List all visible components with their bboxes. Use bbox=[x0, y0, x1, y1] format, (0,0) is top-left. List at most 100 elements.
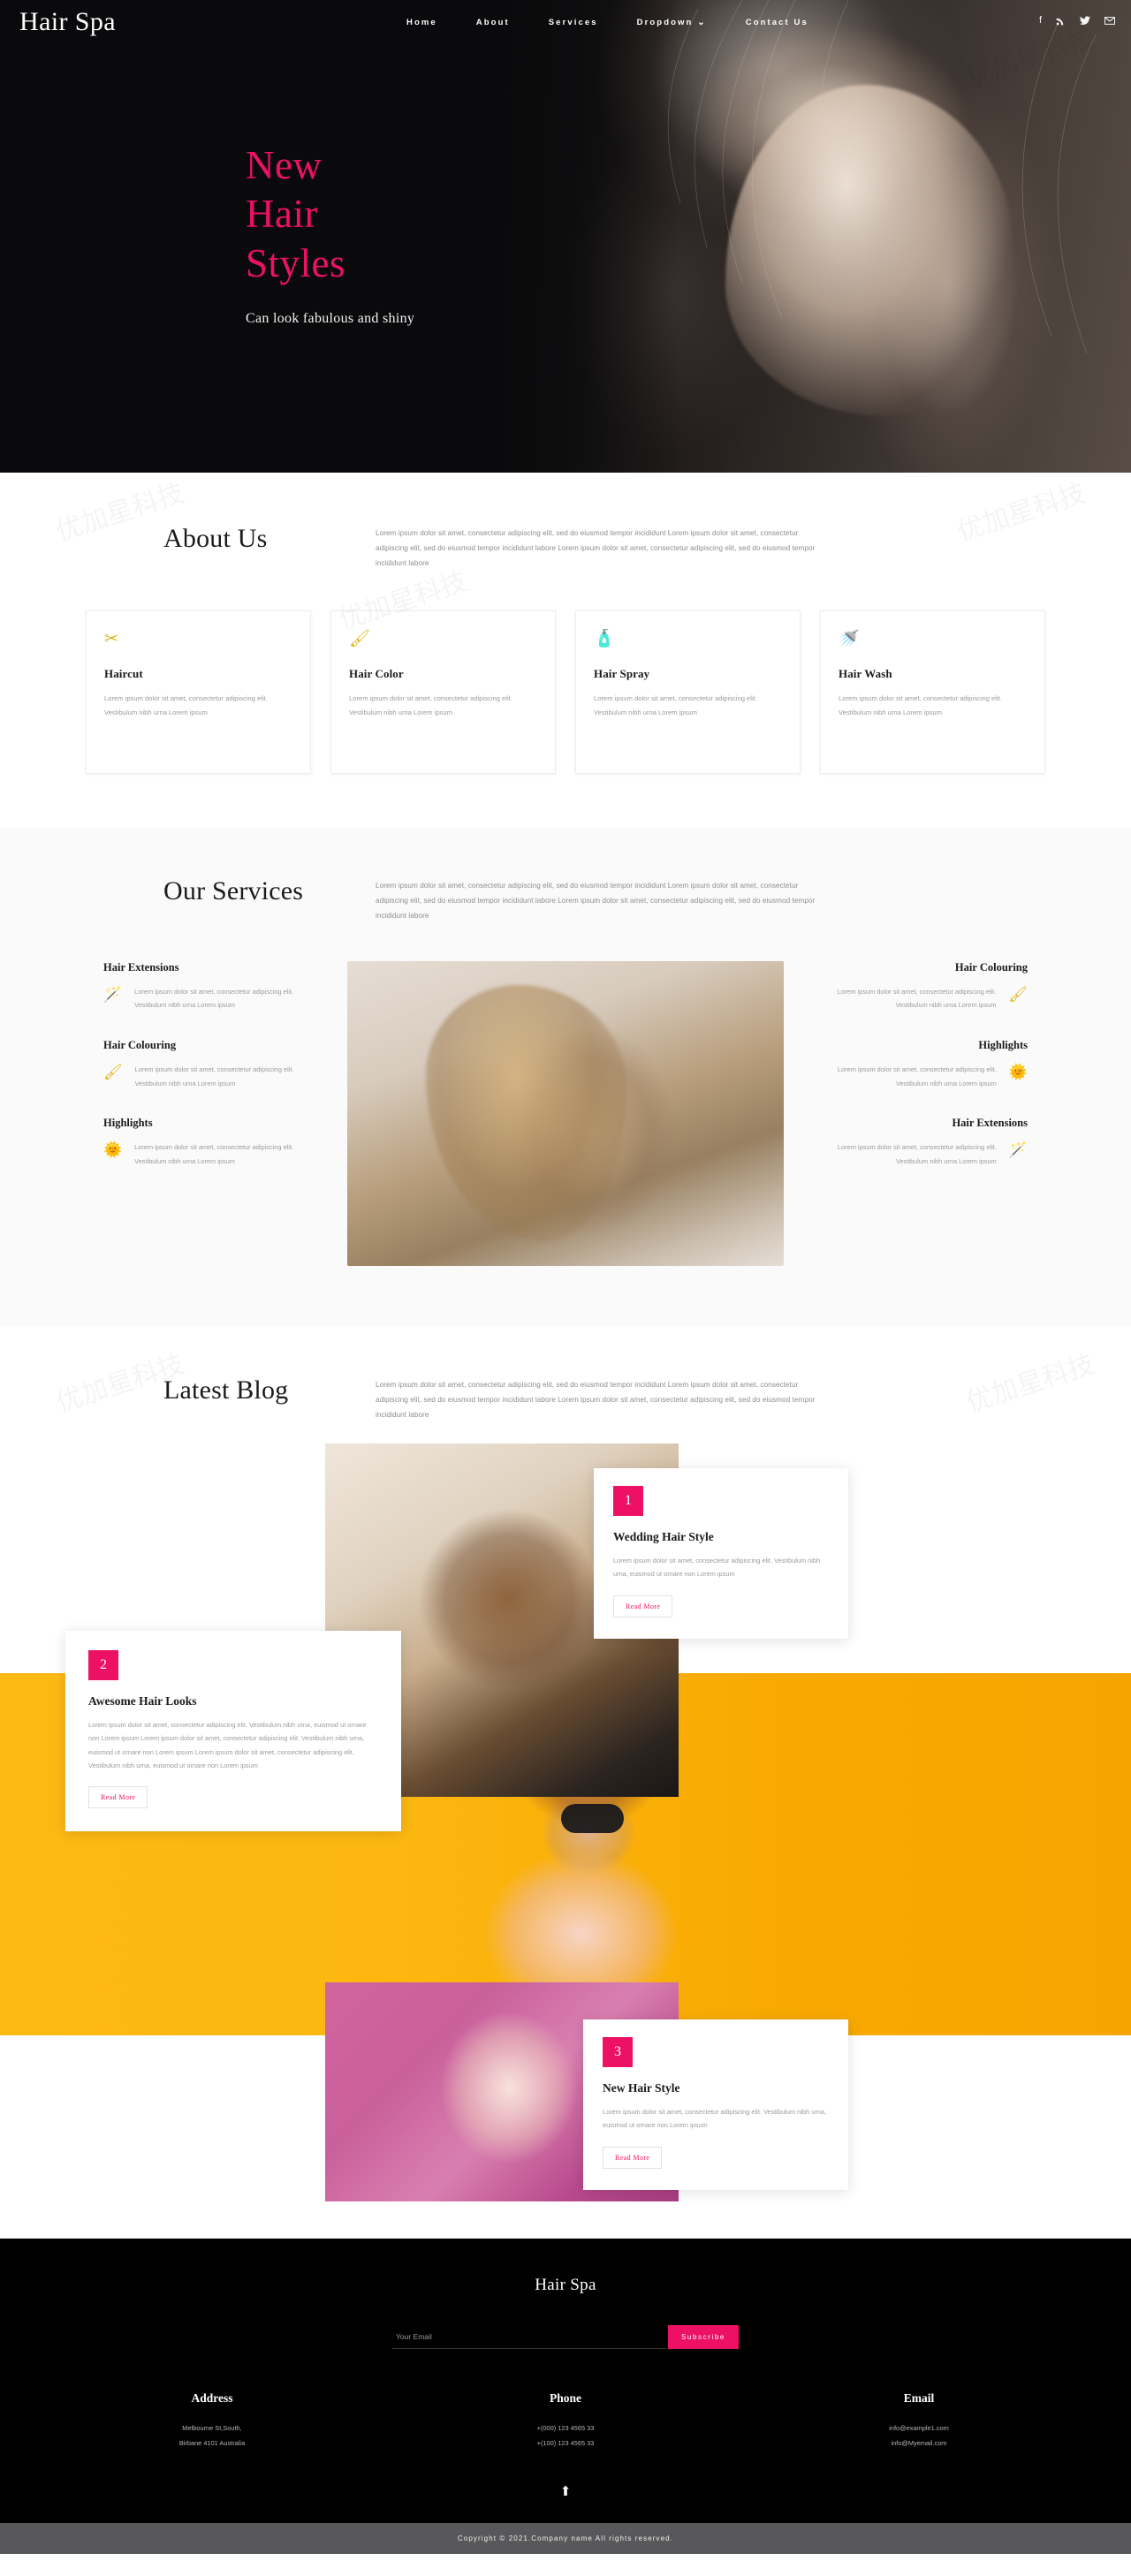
hero-subtitle: Can look fabulous and shiny bbox=[246, 311, 415, 327]
nav-item-dropdown[interactable]: Dropdown bbox=[637, 18, 707, 27]
nav-item-home[interactable]: Home bbox=[406, 18, 437, 27]
footer-column-phone: Phone +(000) 123 4565 33 +(100) 123 4565… bbox=[468, 2391, 663, 2451]
service-card-haircut[interactable]: ✂ Haircut Lorem ipsum dolor sit amet, co… bbox=[86, 610, 311, 775]
card-title: Haircut bbox=[104, 667, 143, 681]
service-hair-extensions-right[interactable]: Hair Extensions 🪄 Lorem ipsum dolor sit … bbox=[807, 1117, 1028, 1168]
card-text: Lorem ipsum dolor sit amet, consectetur … bbox=[594, 694, 757, 717]
footer-columns: Address Melbourne St,South, Birbane 4101… bbox=[0, 2391, 1131, 2451]
social-links: f bbox=[1039, 16, 1115, 26]
blog-stage: 1 Wedding Hair Style Lorem ipsum dolor s… bbox=[0, 1443, 1131, 2239]
service-text: Lorem ipsum dolor sit amet, consectetur … bbox=[134, 1064, 294, 1087]
copyright-bar: Copyright © 2021.Company name All rights… bbox=[0, 2522, 1131, 2554]
nav-item-contact-us[interactable]: Contact Us bbox=[746, 18, 808, 27]
service-text: Lorem ipsum dolor sit amet, consectetur … bbox=[134, 987, 294, 1010]
footer-line[interactable]: +(000) 123 4565 33 bbox=[468, 2421, 663, 2436]
service-row: 🖌 Lorem ipsum dolor sit amet, consectetu… bbox=[807, 985, 1028, 1012]
hero-section: Hair Spa Home About Services Dropdown Co… bbox=[0, 0, 1131, 473]
blog-card-text: Lorem ipsum dolor sit amet, consectetur … bbox=[603, 2108, 827, 2130]
service-card-hair-wash[interactable]: 🚿 Hair Wash Lorem ipsum dolor sit amet, … bbox=[820, 610, 1045, 775]
service-card-hair-spray[interactable]: 🧴 Hair Spray Lorem ipsum dolor sit amet,… bbox=[575, 610, 801, 775]
hero-title-line-2: Hair bbox=[246, 192, 318, 237]
footer-line[interactable]: +(100) 123 4565 33 bbox=[468, 2436, 663, 2451]
about-cards: ✂ Haircut Lorem ipsum dolor sit amet, co… bbox=[84, 610, 1047, 775]
about-header: About Us Lorem ipsum dolor sit amet, con… bbox=[84, 524, 1047, 571]
service-hair-colouring[interactable]: Hair Colouring 🖌 Lorem ipsum dolor sit a… bbox=[103, 1039, 324, 1090]
read-more-button[interactable]: Read More bbox=[613, 1595, 673, 1618]
site-brand[interactable]: Hair Spa bbox=[19, 7, 116, 37]
service-text: Lorem ipsum dolor sit amet, consectetur … bbox=[837, 987, 997, 1010]
blog-header: Latest Blog Lorem ipsum dolor sit amet, … bbox=[84, 1375, 1047, 1422]
footer-heading: Phone bbox=[549, 2391, 581, 2406]
footer-line[interactable]: info@example1.com bbox=[822, 2421, 1016, 2436]
nav-item-services[interactable]: Services bbox=[549, 18, 598, 27]
footer-line[interactable]: info@Myemail.com bbox=[822, 2436, 1016, 2451]
email-field[interactable] bbox=[392, 2325, 666, 2350]
service-hair-extensions[interactable]: Hair Extensions 🪄 Lorem ipsum dolor sit … bbox=[103, 961, 324, 1012]
email-icon[interactable] bbox=[1104, 17, 1115, 25]
about-title: About Us bbox=[163, 524, 268, 553]
blog-card-1[interactable]: 1 Wedding Hair Style Lorem ipsum dolor s… bbox=[594, 1468, 848, 1639]
services-photo bbox=[347, 960, 784, 1266]
footer-column-address: Address Melbourne St,South, Birbane 4101… bbox=[115, 2391, 309, 2451]
facebook-icon[interactable]: f bbox=[1039, 16, 1042, 26]
about-description: Lorem ipsum dolor sit amet, consectetur … bbox=[376, 529, 816, 567]
about-wrap: About Us Lorem ipsum dolor sit amet, con… bbox=[84, 524, 1047, 775]
blog-card-title: New Hair Style bbox=[603, 2081, 680, 2095]
service-title: Hair Colouring bbox=[954, 960, 1028, 974]
blog-card-text: Lorem ipsum dolor sit amet, consectetur … bbox=[613, 1557, 821, 1579]
brush-icon: 🖌 bbox=[103, 1063, 123, 1080]
services-section: 优加星科技 优加星科技 Our Services Lorem ipsum dol… bbox=[0, 23, 1131, 1326]
service-title: Highlights bbox=[978, 1038, 1028, 1051]
hero-copy: New Hair Styles Can look fabulous and sh… bbox=[246, 141, 414, 327]
highlights-icon: 🌞 bbox=[103, 1141, 123, 1159]
footer-brand: Hair Spa bbox=[535, 2276, 596, 2295]
footer-column-email: Email info@example1.com info@Myemail.com bbox=[822, 2391, 1016, 2451]
hero-title: New Hair Styles bbox=[246, 141, 414, 288]
service-text: Lorem ipsum dolor sit amet, consectetur … bbox=[134, 1143, 294, 1165]
spray-icon: 🧴 bbox=[594, 630, 615, 649]
nav-links: Home About Services Dropdown Contact Us bbox=[406, 18, 808, 27]
hair-strands-overlay bbox=[667, 0, 1097, 354]
card-title: Hair Spray bbox=[594, 667, 650, 681]
footer-line: Birbane 4101 Australia bbox=[178, 2438, 246, 2447]
brush-icon: 🖌 bbox=[1008, 985, 1028, 1003]
footer-heading: Email bbox=[903, 2391, 935, 2406]
card-title: Hair Wash bbox=[839, 667, 892, 681]
nav-item-about[interactable]: About bbox=[476, 18, 510, 27]
services-wrap: Our Services Lorem ipsum dolor sit amet,… bbox=[84, 876, 1047, 1266]
top-navigation: Hair Spa Home About Services Dropdown Co… bbox=[0, 0, 1131, 49]
card-text: Lorem ipsum dolor sit amet, consectetur … bbox=[839, 694, 1002, 717]
service-highlights-right[interactable]: Highlights 🌞 Lorem ipsum dolor sit amet,… bbox=[807, 1039, 1028, 1090]
service-title: Hair Colouring bbox=[103, 1038, 177, 1051]
blog-title: Latest Blog bbox=[163, 1375, 289, 1405]
service-row: 🪄 Lorem ipsum dolor sit amet, consectetu… bbox=[807, 1140, 1028, 1168]
service-card-hair-color[interactable]: 🖌 Hair Color Lorem ipsum dolor sit amet,… bbox=[330, 610, 556, 775]
scissors-icon: ✂ bbox=[104, 630, 118, 649]
service-row: 🖌 Lorem ipsum dolor sit amet, consectetu… bbox=[103, 1063, 324, 1090]
service-hair-colouring-right[interactable]: Hair Colouring 🖌 Lorem ipsum dolor sit a… bbox=[807, 961, 1028, 1012]
read-more-button[interactable]: Read More bbox=[88, 1786, 148, 1808]
highlights-icon: 🌞 bbox=[1008, 1063, 1028, 1080]
rss-icon[interactable] bbox=[1056, 16, 1066, 26]
services-header: Our Services Lorem ipsum dolor sit amet,… bbox=[84, 876, 1047, 923]
twitter-icon[interactable] bbox=[1080, 16, 1090, 26]
blog-number-badge: 3 bbox=[603, 2037, 633, 2068]
service-highlights[interactable]: Highlights 🌞 Lorem ipsum dolor sit amet,… bbox=[103, 1117, 324, 1168]
page-root: Hair Spa Home About Services Dropdown Co… bbox=[0, 0, 1131, 2554]
read-more-button[interactable]: Read More bbox=[603, 2146, 663, 2169]
blog-card-title: Awesome Hair Looks bbox=[88, 1694, 197, 1708]
blog-card-3[interactable]: 3 New Hair Style Lorem ipsum dolor sit a… bbox=[583, 2019, 848, 2190]
scroll-to-top-icon[interactable]: ⬆ bbox=[557, 2482, 574, 2500]
about-section: 优加星科技 优加星科技 优加星科技 About Us Lorem ipsum d… bbox=[0, 473, 1131, 828]
service-text: Lorem ipsum dolor sit amet, consectetur … bbox=[837, 1143, 997, 1165]
service-title: Hair Extensions bbox=[103, 960, 179, 974]
shower-icon: 🚿 bbox=[839, 630, 860, 649]
card-text: Lorem ipsum dolor sit amet, consectetur … bbox=[349, 694, 512, 717]
services-title: Our Services bbox=[163, 876, 304, 906]
services-description: Lorem ipsum dolor sit amet, consectetur … bbox=[376, 882, 816, 921]
blog-number-badge: 1 bbox=[613, 1486, 643, 1517]
blog-card-2[interactable]: 2 Awesome Hair Looks Lorem ipsum dolor s… bbox=[65, 1631, 401, 1831]
subscribe-button[interactable]: Subscribe bbox=[668, 2325, 739, 2350]
blog-description: Lorem ipsum dolor sit amet, consectetur … bbox=[376, 1380, 816, 1419]
service-row: 🪄 Lorem ipsum dolor sit amet, consectetu… bbox=[103, 985, 324, 1012]
